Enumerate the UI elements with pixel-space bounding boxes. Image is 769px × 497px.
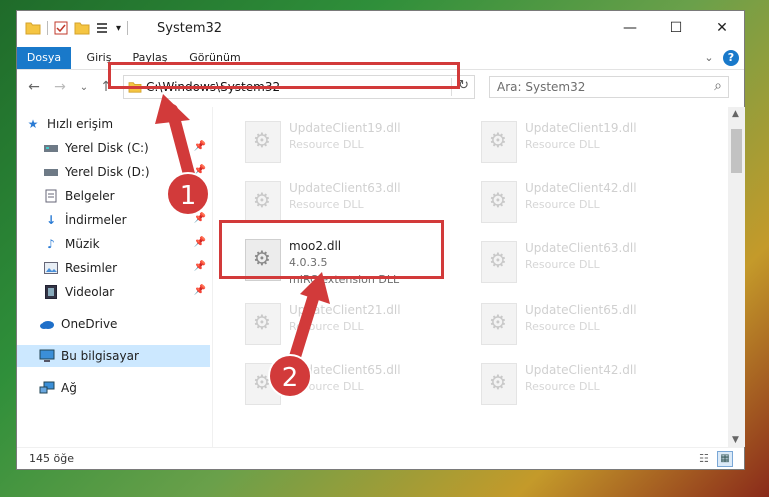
arrow-1 [155,94,196,184]
arrow-2 [288,272,330,366]
callout-arrows [155,94,330,366]
callout-badge-2: 2 [268,354,312,398]
callout-badge-1: 1 [166,172,210,216]
